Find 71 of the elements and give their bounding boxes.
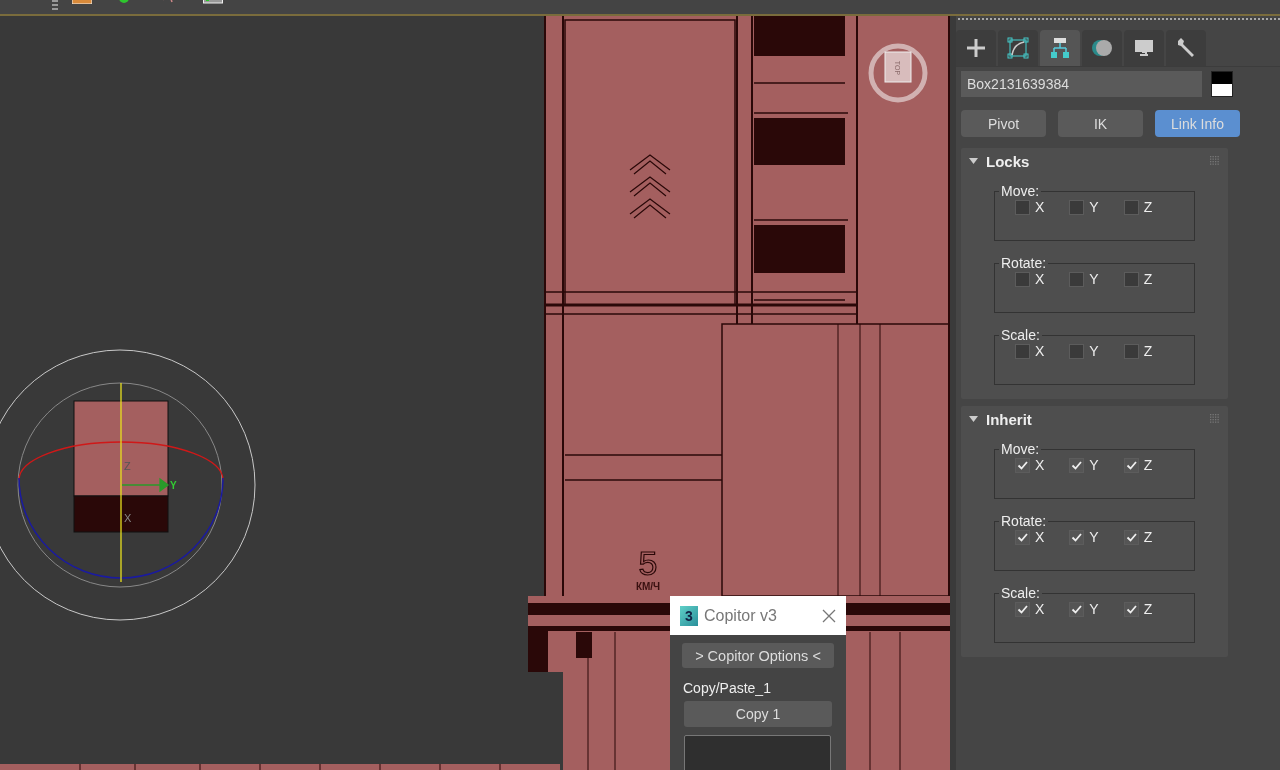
checkbox[interactable] [1123,457,1139,473]
checkbox-label: Y [1089,199,1099,215]
checkbox-label: Z [1143,457,1153,473]
checkbox[interactable] [1015,457,1030,473]
checkbox[interactable] [1069,601,1085,617]
checkbox[interactable] [1015,601,1030,617]
checkbox-label: Y [1089,601,1099,617]
checkbox[interactable] [1123,529,1139,545]
group-label: Move: [1000,183,1041,199]
list-box[interactable] [684,735,831,770]
panel-tab[interactable] [998,30,1038,66]
checkbox-label: Z [1143,199,1153,215]
curve-icon [1006,36,1030,60]
rotate-gizmo-drawing[interactable]: Z X Y [0,349,256,621]
checkbox[interactable] [1015,343,1030,359]
checkbox[interactable] [1069,199,1085,215]
checkbox-label: Z [1143,343,1153,359]
checkbox-label: Z [1143,601,1153,617]
group-label: Scale: [1000,327,1041,343]
hierarchy-icon [1048,36,1072,60]
color-swatch[interactable] [1211,71,1233,97]
checkbox-label: Y [1089,529,1099,545]
checkbox-label: Y [1089,271,1099,287]
checkbox[interactable] [1069,457,1085,473]
checkbox[interactable] [1123,271,1139,287]
group-label: Rotate: [1000,255,1048,271]
grip-icon[interactable] [1210,414,1220,424]
rollout-title[interactable]: Locks [986,152,1202,170]
checkbox-label: Y [1089,457,1099,473]
panel-tab[interactable] [1040,30,1080,66]
panel-tab[interactable] [1082,30,1122,66]
group-label: Move: [1000,441,1041,457]
rollout-title[interactable]: Inherit [986,410,1202,428]
checkbox[interactable] [1069,271,1085,287]
options-button[interactable]: > Copitor Options < [682,643,834,668]
plus-icon [964,36,988,60]
checkbox[interactable] [1015,271,1030,287]
collapse-triangle-icon[interactable] [969,415,978,423]
grip-icon[interactable] [1210,156,1220,166]
checkbox[interactable] [1123,199,1139,215]
collapse-triangle-icon[interactable] [969,157,978,165]
checkbox[interactable] [1069,529,1085,545]
speed-sign-unit: КМ/Ч [635,581,661,592]
panel-tab[interactable] [956,30,996,66]
checkbox-label: Z [1143,529,1153,545]
checkbox-label: X [1035,457,1045,473]
checkbox-label: Y [1089,343,1099,359]
group-label: Rotate: [1000,513,1048,529]
mode-button[interactable]: IK [1058,110,1143,137]
speed-sign-number: 5 [638,544,658,582]
checkbox-label: X [1035,271,1045,287]
checkbox[interactable] [1015,199,1030,215]
close-icon[interactable] [822,608,836,623]
checkbox-label: Z [1143,271,1153,287]
group-label: Copy/Paste_1 [683,680,772,696]
checkbox-label: X [1035,529,1045,545]
panel-tab[interactable] [1166,30,1206,66]
checkbox[interactable] [1123,601,1139,617]
panel-tab[interactable] [1124,30,1164,66]
checkbox-label: X [1035,601,1045,617]
group-label: Scale: [1000,585,1041,601]
checkbox[interactable] [1069,343,1085,359]
app-logo: 3 [680,605,698,626]
checkbox-label: X [1035,199,1045,215]
checkbox-label: X [1035,343,1045,359]
checkbox[interactable] [1123,343,1139,359]
copy-button[interactable]: Copy 1 [684,701,832,727]
mode-button[interactable]: Pivot [961,110,1046,137]
window-title: Copitor v3 [704,606,778,625]
checkbox[interactable] [1015,529,1030,545]
object-name-field[interactable]: Box2131639384 [961,71,1202,97]
